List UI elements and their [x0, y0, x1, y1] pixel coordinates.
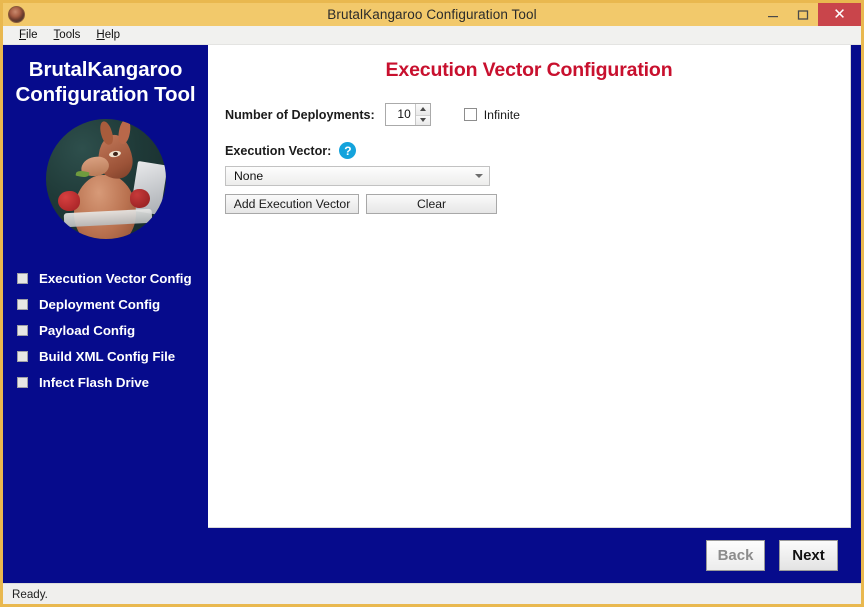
menu-help-rest: elp [104, 28, 121, 41]
sidebar-item-execution-vector-config[interactable]: Execution Vector Config [17, 265, 208, 291]
infinite-checkbox[interactable] [463, 108, 477, 121]
bullet-square-icon [17, 324, 28, 336]
vector-actions: Add Execution Vector Clear [225, 194, 850, 214]
sidebar-item-deployment-config[interactable]: Deployment Config [17, 291, 208, 317]
add-execution-vector-button[interactable]: Add Execution Vector [225, 194, 359, 214]
window-title: BrutalKangaroo Configuration Tool [327, 7, 537, 22]
menu-item-tools[interactable]: Tools [46, 26, 89, 45]
application-window: BrutalKangaroo Configuration Tool ✕ File… [0, 0, 864, 607]
status-bar: Ready. [3, 583, 861, 604]
sidebar-item-build-xml-config-file[interactable]: Build XML Config File [17, 343, 208, 369]
status-text: Ready. [12, 587, 48, 601]
wizard-footer: Back Next [208, 528, 851, 583]
sidebar: BrutalKangaroo Configuration Tool Execut… [3, 45, 208, 583]
kangaroo-boxer-logo-icon [45, 119, 166, 239]
infinite-label: Infinite [483, 107, 520, 122]
bullet-square-icon [17, 376, 28, 388]
menu-help-mnemonic: H [96, 28, 105, 41]
sidebar-title-line2: Configuration Tool [15, 83, 196, 106]
help-icon[interactable]: ? [339, 142, 357, 159]
execution-vector-row: Execution Vector: ? [208, 142, 850, 159]
close-icon[interactable]: ✕ [818, 3, 861, 26]
title-bar: BrutalKangaroo Configuration Tool ✕ [3, 3, 861, 26]
chevron-down-icon [475, 174, 483, 178]
minimize-icon[interactable] [758, 3, 788, 26]
next-button[interactable]: Next [779, 540, 838, 571]
clear-button[interactable]: Clear [366, 194, 497, 214]
maximize-icon[interactable] [788, 3, 818, 26]
menu-bar: File Tools Help [3, 26, 861, 45]
spinner-down-icon[interactable] [415, 114, 430, 125]
application-body: BrutalKangaroo Configuration Tool Execut… [3, 45, 861, 583]
execution-vector-label: Execution Vector: [225, 143, 332, 158]
sidebar-item-infect-flash-drive[interactable]: Infect Flash Drive [17, 369, 208, 395]
deployments-stepper[interactable]: 10 [384, 103, 431, 126]
sidebar-item-payload-config[interactable]: Payload Config [17, 317, 208, 343]
execution-vector-select[interactable]: None [225, 166, 490, 186]
back-button[interactable]: Back [706, 540, 765, 571]
menu-tools-rest: ools [59, 28, 81, 41]
bullet-square-icon [17, 298, 28, 310]
window-controls: ✕ [758, 3, 861, 26]
execution-vector-selected-value: None [234, 169, 264, 183]
sidebar-nav: Execution Vector Config Deployment Confi… [3, 265, 208, 395]
bullet-square-icon [17, 272, 28, 284]
sidebar-item-label: Payload Config [39, 322, 136, 338]
spinner-up-icon[interactable] [415, 104, 430, 115]
sidebar-title: BrutalKangaroo Configuration Tool [10, 57, 202, 107]
menu-item-help[interactable]: Help [88, 26, 128, 45]
menu-file-mnemonic: F [19, 28, 27, 41]
content-panel: Execution Vector Configuration Number of… [208, 45, 851, 528]
sidebar-title-line1: BrutalKangaroo [28, 58, 183, 81]
sidebar-item-label: Infect Flash Drive [39, 374, 149, 390]
deployments-label: Number of Deployments: [225, 107, 375, 122]
sidebar-item-label: Build XML Config File [39, 348, 176, 364]
deployments-input[interactable]: 10 [386, 104, 415, 125]
menu-file-rest: ile [26, 28, 38, 41]
sidebar-item-label: Execution Vector Config [39, 270, 192, 286]
page-title: Execution Vector Configuration [385, 59, 673, 81]
bullet-square-icon [17, 350, 28, 362]
menu-item-file[interactable]: File [11, 26, 46, 45]
content-wrap: Execution Vector Configuration Number of… [208, 45, 861, 583]
infinite-checkbox-group[interactable]: Infinite [463, 107, 520, 122]
deployments-row: Number of Deployments: 10 Infinite [208, 103, 850, 126]
stepper-arrows [414, 104, 430, 125]
sidebar-item-label: Deployment Config [39, 296, 161, 312]
kangaroo-app-icon [8, 6, 25, 23]
